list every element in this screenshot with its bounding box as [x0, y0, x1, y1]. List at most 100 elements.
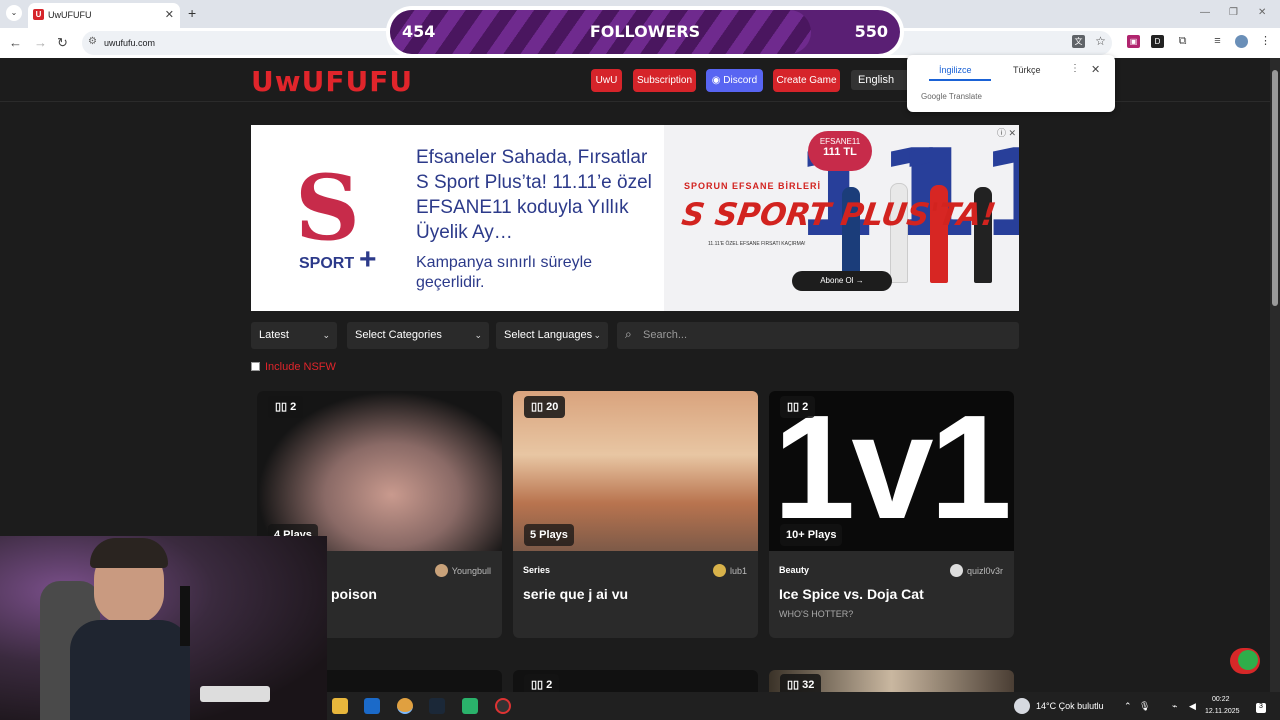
choice-count-badge: ▯▯ 2 [780, 396, 816, 418]
chevron-down-icon: ⌄ [322, 330, 330, 340]
choice-count: 20 [546, 401, 559, 413]
checkbox-icon[interactable] [251, 362, 260, 371]
card-category: Beauty [779, 565, 810, 575]
sort-select-label: Latest [259, 329, 289, 341]
author-avatar [949, 564, 963, 577]
steam-icon[interactable] [429, 698, 445, 714]
banner-small-text: 11.11'E ÖZEL EFSANE FIRSATI KAÇIRMA! [708, 241, 806, 247]
bookmark-star-icon[interactable]: ☆ [1094, 35, 1107, 48]
weather-text[interactable]: 14°C Çok bulutlu [1036, 701, 1104, 711]
game-card[interactable]: ▯▯ 20 5 Plays Series lub1 serie que j ai… [513, 391, 758, 638]
extension-icon[interactable]: ▣ [1127, 35, 1140, 48]
discord-label: Discord [723, 75, 758, 86]
browser-tab[interactable]: U UwUFUFU ✕ [28, 3, 180, 28]
microphone-icon[interactable]: 🎙 [1139, 701, 1150, 712]
card-description: WHO'S HOTTER? [779, 609, 854, 619]
forward-icon[interactable]: → [34, 35, 47, 50]
s-sport-logo-text: SPORT [299, 255, 355, 272]
plays-badge: 10+ Plays [780, 524, 843, 546]
chevron-down-icon: ⌄ [593, 330, 601, 340]
streamer-hair [90, 538, 168, 568]
card-author[interactable]: quizl0v3r [949, 564, 1003, 577]
promo-badge: EFSANE11 111 TL [808, 131, 872, 171]
sort-select[interactable]: Latest ⌄ [251, 322, 337, 349]
create-game-button[interactable]: Create Game [773, 69, 840, 92]
windows-taskbar: 14°C Çok bulutlu ⌃ 🎙 ⌁ ◀ 00:22 12.11.202… [327, 692, 1280, 720]
translate-icon[interactable]: 文 [1072, 35, 1085, 48]
card-title: Ice Spice vs. Doja Cat [779, 586, 924, 602]
clock-time[interactable]: 00:22 [1212, 696, 1230, 703]
outlook-icon[interactable] [364, 698, 380, 714]
nsfw-checkbox[interactable]: Include NSFW [251, 361, 336, 373]
back-icon[interactable]: ← [9, 35, 22, 50]
translate-lang-english[interactable]: İngilizce [939, 65, 972, 75]
reading-list-icon[interactable]: ≡ [1211, 35, 1224, 48]
ad-close-icon[interactable]: ⓘ ✕ [997, 126, 1016, 139]
reload-icon[interactable]: ↻ [57, 35, 68, 51]
file-explorer-icon[interactable] [332, 698, 348, 714]
restore-icon[interactable]: ❐ [1229, 7, 1238, 18]
game-card[interactable]: 1v1 ▯▯ 2 10+ Plays Beauty quizl0v3r Ice … [769, 391, 1014, 638]
search-input[interactable]: ⌕ Search... [617, 322, 1019, 349]
tab-search-chevron-icon[interactable]: ⌄ [6, 5, 22, 21]
site-logo[interactable]: UwUFUFU [251, 65, 413, 98]
choice-count: 2 [802, 401, 809, 413]
tray-overflow-icon[interactable]: ⌃ [1124, 701, 1132, 712]
url-text: uwufufu.com [104, 38, 156, 48]
page-scrollbar[interactable] [1270, 58, 1280, 692]
subscribe-cta-button[interactable]: Abone Ol → [792, 271, 892, 291]
search-placeholder: Search... [643, 329, 688, 341]
obs-icon[interactable] [495, 698, 511, 714]
advertisement[interactable]: S SPORT + Efsaneler Sahada, Fırsatlar S … [251, 125, 1019, 311]
translate-popup: İngilizce Türkçe ⋮ ✕ Google Translate [907, 55, 1115, 112]
card-author[interactable]: lub1 [712, 564, 747, 577]
close-icon[interactable]: ✕ [1091, 63, 1100, 76]
author-name: lub1 [729, 566, 747, 576]
banner-slogan: SPORUN EFSANE BİRLERİ [684, 181, 822, 191]
notification-icon[interactable]: 3 [1256, 703, 1266, 713]
author-avatar [434, 564, 448, 577]
translate-lang-turkish[interactable]: Türkçe [1013, 65, 1041, 75]
banner-title: S SPORT PLUS'TA! [679, 197, 999, 233]
promo-badge-code: EFSANE11 [819, 137, 861, 146]
profile-avatar[interactable] [1235, 35, 1248, 48]
card-author[interactable]: Youngbull [434, 564, 491, 577]
google-translate-brand: Google Translate [921, 92, 982, 101]
ad-banner-image: 11 11 EFSANE11111 TL SPORUN EFSANE BİRLE… [664, 125, 1019, 311]
discord-button[interactable]: ◉ Discord [706, 69, 763, 92]
window-close-icon[interactable]: ✕ [1258, 7, 1266, 18]
languages-select[interactable]: Select Languages ⌄ [496, 322, 608, 349]
author-name: quizl0v3r [966, 566, 1003, 576]
plays-badge: 5 Plays [524, 524, 574, 546]
uwu-button[interactable]: UwU [591, 69, 622, 92]
followers-goal: 550 [854, 22, 888, 41]
clock-date[interactable]: 12.11.2025 [1205, 708, 1240, 715]
olive-shape [1238, 650, 1258, 670]
network-icon[interactable]: ⌁ [1172, 701, 1177, 712]
tab-close-icon[interactable]: ✕ [165, 8, 174, 21]
microphone-arm [180, 586, 190, 646]
languages-select-label: Select Languages [504, 329, 593, 341]
tab-title: UwUFUFU [48, 10, 92, 20]
language-select[interactable]: English [851, 70, 913, 90]
volume-icon[interactable]: ◀ [1189, 701, 1196, 712]
browser-menu-icon[interactable]: ⋮ [1259, 35, 1272, 48]
choice-count: 2 [290, 401, 297, 413]
subscription-button[interactable]: Subscription [633, 69, 696, 92]
streamlabs-icon[interactable] [462, 698, 478, 714]
followers-progress-track: 454 FOLLOWERS 550 [390, 10, 900, 54]
categories-select[interactable]: Select Categories ⌄ [347, 322, 489, 349]
more-options-icon[interactable]: ⋮ [1070, 63, 1080, 74]
extensions-puzzle-icon[interactable]: ⧉ [1176, 35, 1189, 48]
keyboard [200, 686, 270, 702]
chrome-icon[interactable] [397, 698, 413, 714]
site-info-icon[interactable]: ⚙ [88, 36, 97, 47]
weather-icon [1014, 698, 1030, 714]
new-tab-icon[interactable]: + [188, 5, 196, 21]
card-title: poison [331, 586, 377, 602]
minimize-icon[interactable]: — [1200, 7, 1210, 18]
scrollbar-thumb[interactable] [1272, 70, 1278, 306]
followers-goal-widget: 454 FOLLOWERS 550 [386, 6, 904, 58]
active-tab-indicator [929, 79, 991, 81]
extension-dark-icon[interactable]: D [1151, 35, 1164, 48]
